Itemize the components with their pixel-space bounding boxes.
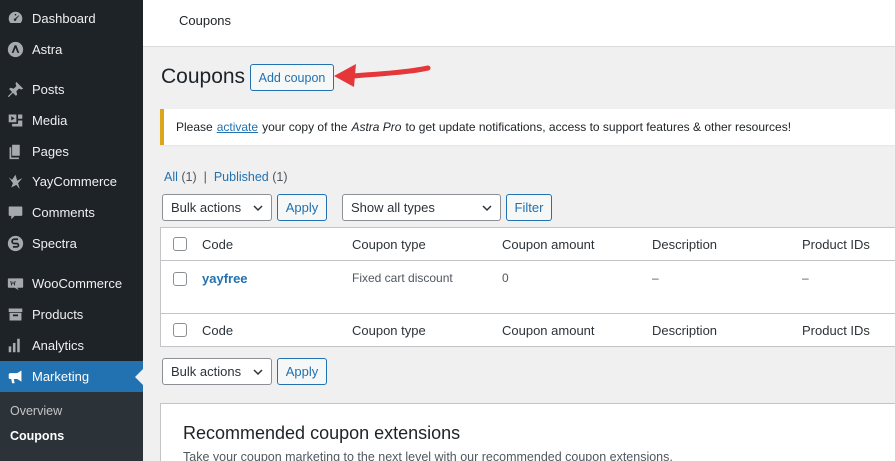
yay-icon xyxy=(7,173,24,190)
apply-button-bottom[interactable]: Apply xyxy=(277,358,327,385)
media-icon xyxy=(7,112,24,129)
admin-sidebar: Dashboard Astra Posts Media Pages YayCom… xyxy=(0,0,143,461)
filter-all-link[interactable]: All xyxy=(164,170,178,184)
sidebar-item-yaycommerce[interactable]: YayCommerce xyxy=(0,166,143,197)
sidebar-item-products[interactable]: Products xyxy=(0,299,143,330)
sidebar-item-media[interactable]: Media xyxy=(0,105,143,136)
filter-published-count: (1) xyxy=(272,170,288,184)
annotation-arrow-icon xyxy=(334,64,431,87)
header-title: Coupons xyxy=(179,13,232,28)
column-header-description: Description xyxy=(652,237,718,252)
dashboard-icon xyxy=(7,10,24,27)
bulk-actions-select-top[interactable]: Bulk actions xyxy=(162,194,272,221)
coupon-amount-cell: 0 xyxy=(502,271,509,285)
column-header-product-ids: Product IDs xyxy=(802,237,870,252)
bulk-actions-select-bottom[interactable]: Bulk actions xyxy=(162,358,272,385)
filter-published-link[interactable]: Published xyxy=(214,170,269,184)
notice-suffix: to get update notifications, access to s… xyxy=(405,120,792,134)
pin-icon xyxy=(7,81,24,98)
column-footer-amount: Coupon amount xyxy=(502,323,595,338)
select-all-checkbox[interactable] xyxy=(173,237,187,251)
page-header-bar: Coupons xyxy=(143,0,895,47)
sidebar-item-label: Spectra xyxy=(32,236,77,251)
notice-middle: your copy of the xyxy=(262,120,348,134)
bulk-actions-value: Bulk actions xyxy=(171,200,242,215)
column-footer-type: Coupon type xyxy=(352,323,426,338)
filter-all-count: (1) xyxy=(181,170,197,184)
activation-notice: Please activate your copy of the Astra P… xyxy=(160,109,895,145)
sidebar-item-label: YayCommerce xyxy=(32,174,118,189)
sidebar-item-marketing[interactable]: Marketing xyxy=(0,361,143,392)
status-filters: All (1) | Published (1) xyxy=(164,170,288,184)
sidebar-item-spectra[interactable]: Spectra xyxy=(0,228,143,259)
sidebar-item-comments[interactable]: Comments xyxy=(0,197,143,228)
filter-separator: | xyxy=(203,170,207,184)
column-footer-description: Description xyxy=(652,323,718,338)
column-header-code[interactable]: Code xyxy=(202,237,233,252)
page-title: Coupons xyxy=(161,65,246,88)
sidebar-item-posts[interactable]: Posts xyxy=(0,74,143,105)
pages-icon xyxy=(7,143,24,160)
woo-icon xyxy=(7,275,24,292)
coupon-type-value: Show all types xyxy=(351,200,435,215)
sidebar-item-astra[interactable]: Astra xyxy=(0,34,143,65)
table-header: Code Coupon type Coupon amount Descripti… xyxy=(161,228,895,261)
bulk-actions-value: Bulk actions xyxy=(171,364,242,379)
sidebar-item-label: Marketing xyxy=(32,369,90,384)
recommended-title: Recommended coupon extensions xyxy=(183,423,461,443)
notice-prefix: Please xyxy=(176,120,213,134)
sidebar-item-label: WooCommerce xyxy=(32,276,123,291)
description-cell: – xyxy=(652,271,659,285)
sidebar-item-pages[interactable]: Pages xyxy=(0,136,143,167)
submenu-item-overview[interactable]: Overview xyxy=(10,404,62,418)
apply-button-top[interactable]: Apply xyxy=(277,194,327,221)
recommended-extensions-panel: Recommended coupon extensions Take your … xyxy=(160,403,895,461)
sidebar-item-label: Media xyxy=(32,113,68,128)
sidebar-item-woocommerce[interactable]: WooCommerce xyxy=(0,268,143,299)
select-all-checkbox-footer[interactable] xyxy=(173,323,187,337)
comment-icon xyxy=(7,204,24,221)
spectra-icon xyxy=(7,235,24,252)
chevron-down-icon xyxy=(482,205,492,212)
coupon-type-cell: Fixed cart discount xyxy=(352,271,453,285)
archive-icon xyxy=(7,306,24,323)
chevron-down-icon xyxy=(253,369,263,376)
sidebar-item-label: Analytics xyxy=(32,338,85,353)
table-footer: Code Coupon type Coupon amount Descripti… xyxy=(161,314,895,347)
chart-bar-icon xyxy=(7,337,24,354)
coupon-type-select[interactable]: Show all types xyxy=(342,194,501,221)
marketing-submenu: Overview Coupons xyxy=(0,392,143,461)
filter-button[interactable]: Filter xyxy=(506,194,552,221)
sidebar-item-label: Dashboard xyxy=(32,11,96,26)
row-checkbox[interactable] xyxy=(173,272,187,286)
activate-link[interactable]: activate xyxy=(217,120,258,134)
submenu-item-coupons[interactable]: Coupons xyxy=(10,429,64,443)
sidebar-item-label: Pages xyxy=(32,144,69,159)
column-footer-product-ids: Product IDs xyxy=(802,323,870,338)
recommended-description: Take your coupon marketing to the next l… xyxy=(183,450,673,461)
column-footer-code[interactable]: Code xyxy=(202,323,233,338)
megaphone-icon xyxy=(7,368,24,385)
table-row: yayfree Fixed cart discount 0 – – xyxy=(161,261,895,314)
sidebar-item-label: Products xyxy=(32,307,84,322)
column-header-amount: Coupon amount xyxy=(502,237,595,252)
sidebar-item-label: Astra xyxy=(32,42,63,57)
add-coupon-button[interactable]: Add coupon xyxy=(250,64,334,91)
chevron-down-icon xyxy=(253,205,263,212)
coupons-table: Code Coupon type Coupon amount Descripti… xyxy=(160,227,895,347)
notice-product: Astra Pro xyxy=(351,120,402,134)
sidebar-item-label: Comments xyxy=(32,205,95,220)
product-ids-cell: – xyxy=(802,271,809,285)
sidebar-item-analytics[interactable]: Analytics xyxy=(0,330,143,361)
sidebar-item-label: Posts xyxy=(32,82,65,97)
sidebar-item-dashboard[interactable]: Dashboard xyxy=(0,3,143,34)
astra-icon xyxy=(7,41,24,58)
column-header-type: Coupon type xyxy=(352,237,426,252)
coupon-code-link[interactable]: yayfree xyxy=(202,271,248,286)
